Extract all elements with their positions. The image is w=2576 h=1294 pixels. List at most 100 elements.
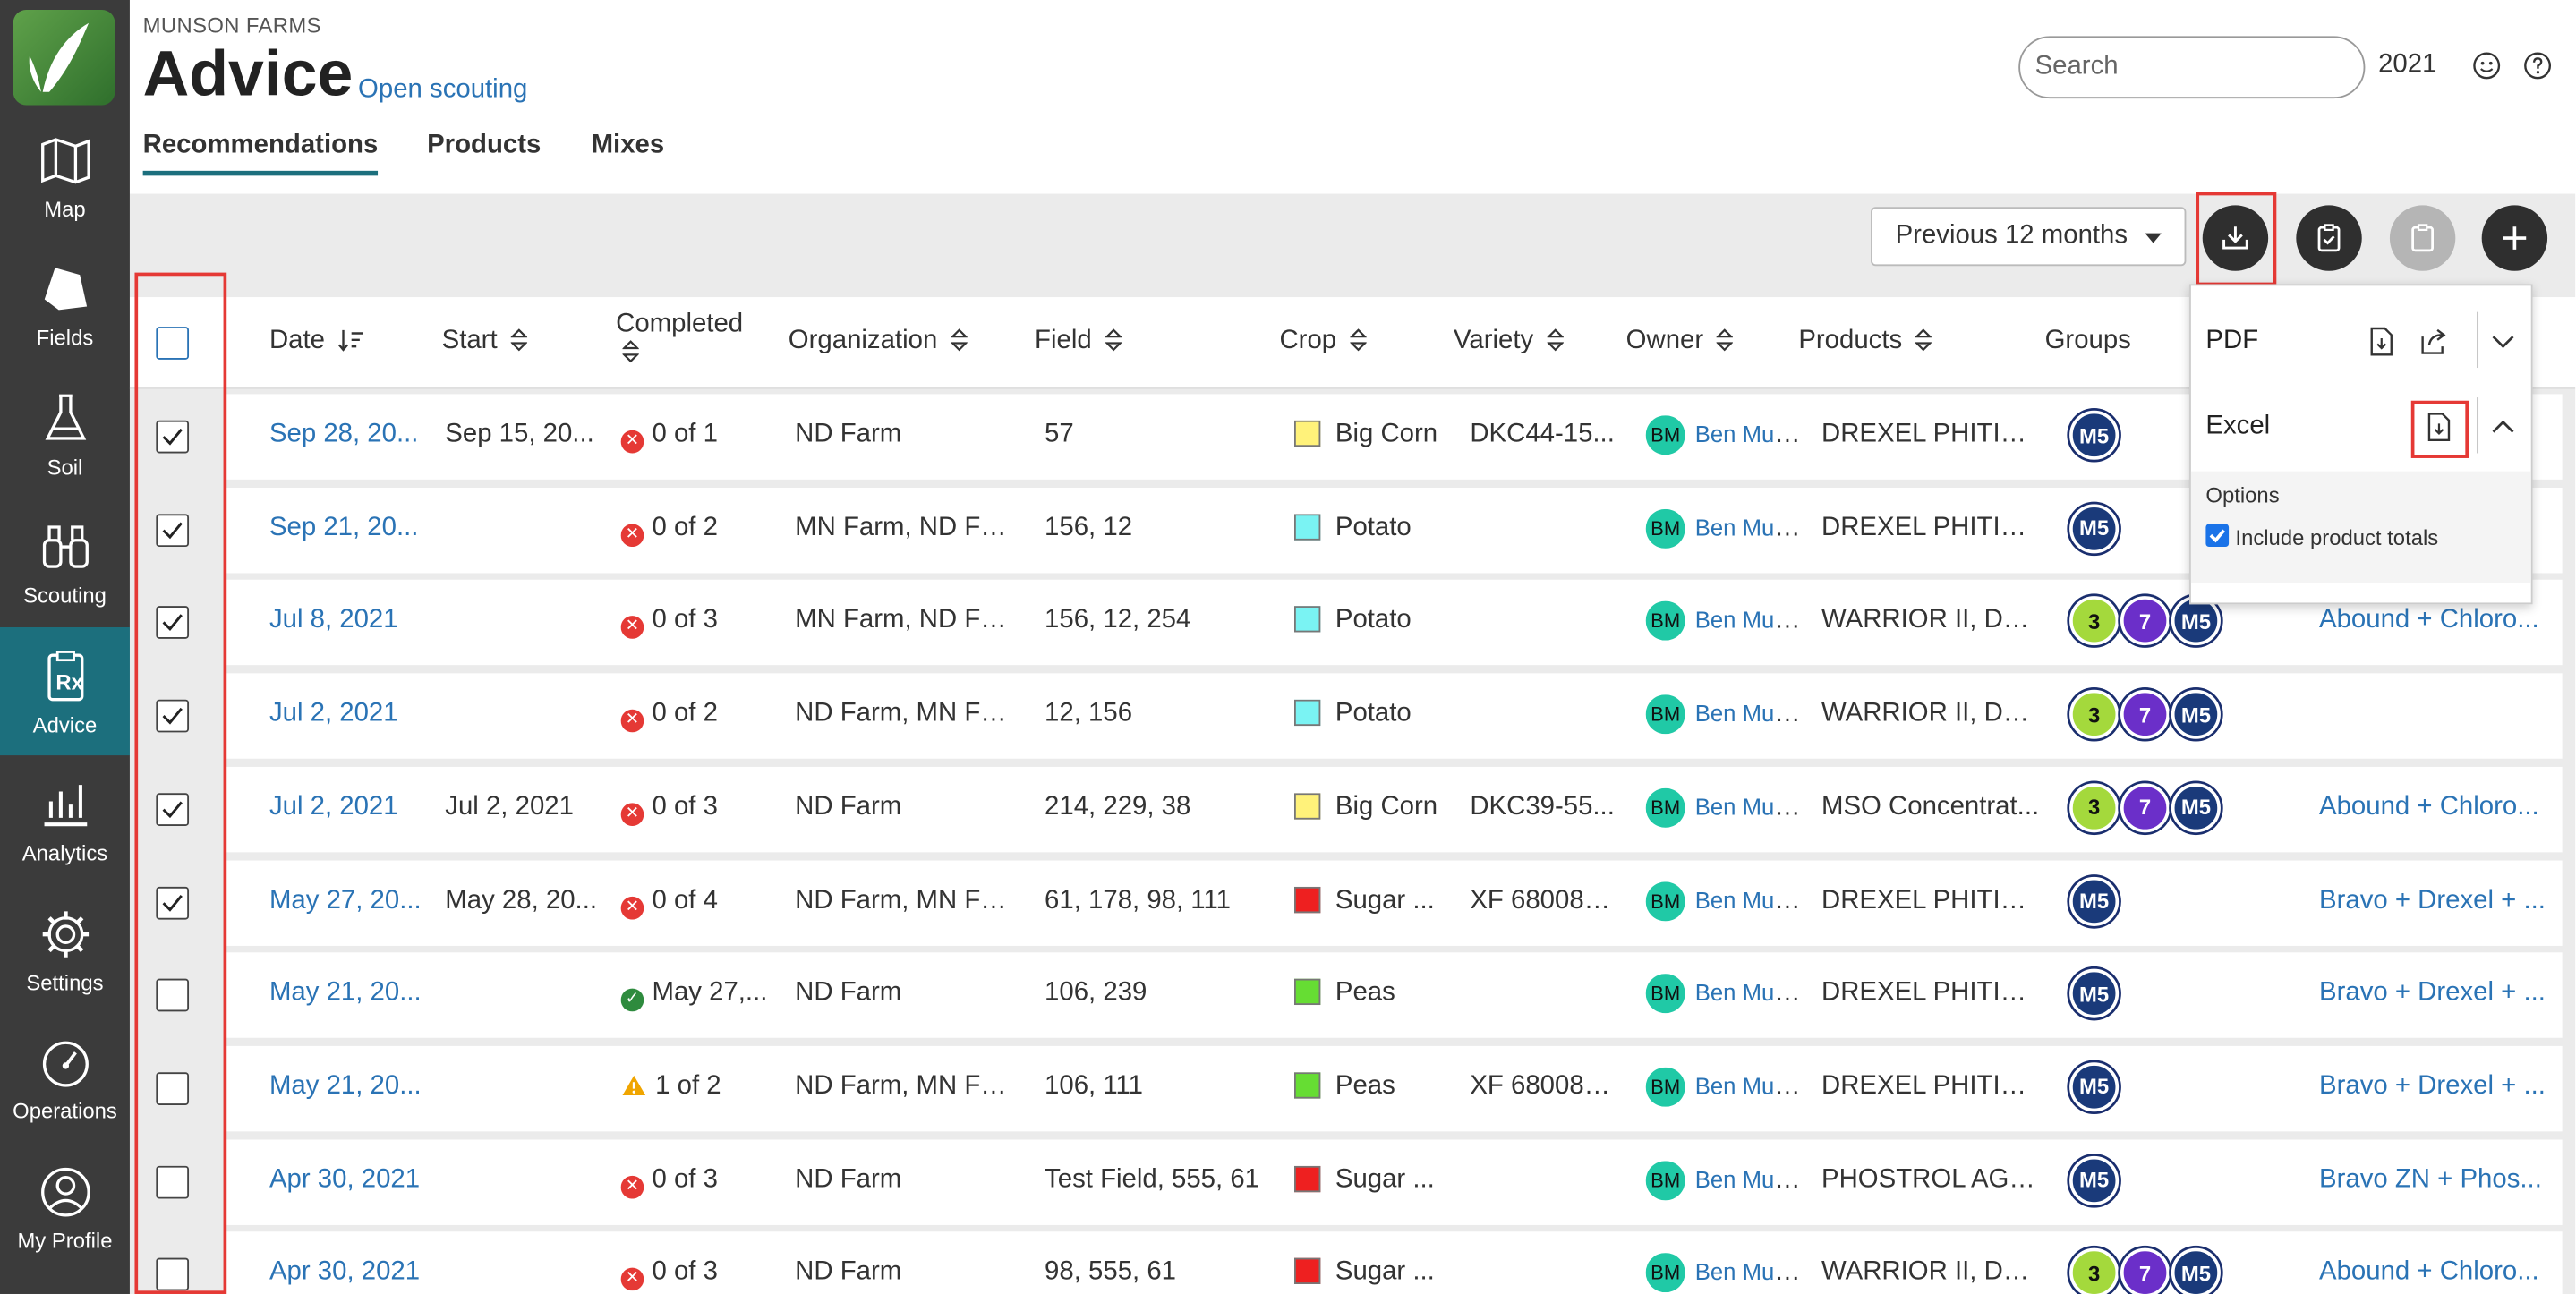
variety-cell: XF 68008XN xyxy=(1470,1072,1618,1101)
col-owner[interactable]: Owner xyxy=(1626,327,1734,356)
date-link[interactable]: Apr 30, 2021 xyxy=(269,1258,425,1288)
group-badge[interactable]: 3 xyxy=(2069,782,2120,832)
col-field[interactable]: Field xyxy=(1035,327,1122,356)
sidebar-item-map[interactable]: Map xyxy=(0,112,130,240)
clipboard-button-disabled[interactable] xyxy=(2389,205,2456,271)
group-badge[interactable]: 3 xyxy=(2069,1248,2120,1294)
avatar: BM xyxy=(1645,1253,1685,1293)
sidebar-item-my-profile[interactable]: My Profile xyxy=(0,1143,130,1271)
products-cell: DREXEL PHITICID... xyxy=(1821,420,2043,448)
mix-link[interactable]: Bravo ZN + Phos... xyxy=(2319,1165,2549,1195)
date-link[interactable]: Jul 2, 2021 xyxy=(269,793,425,822)
date-link[interactable]: Apr 30, 2021 xyxy=(269,1165,425,1195)
owner-name[interactable]: Ben Munson xyxy=(1695,1072,1802,1100)
col-groups[interactable]: Groups xyxy=(2045,327,2131,356)
sidebar-item-scouting[interactable]: Scouting xyxy=(0,498,130,626)
col-products[interactable]: Products xyxy=(1798,327,1932,356)
table-row[interactable]: Apr 30, 2021 ✕ 0 of 3 ND Farm 98, 555, 61 Sug… xyxy=(225,1231,2563,1294)
mix-link[interactable]: Abound + Chloro... xyxy=(2319,607,2549,636)
mix-link[interactable]: Abound + Chloro... xyxy=(2319,1258,2549,1288)
group-badge[interactable]: 3 xyxy=(2069,689,2120,739)
pdf-share-icon[interactable] xyxy=(2418,325,2451,358)
mix-link[interactable]: Abound + Chloro... xyxy=(2319,793,2549,822)
pdf-download-icon[interactable] xyxy=(2365,325,2398,358)
app-logo[interactable] xyxy=(13,10,115,106)
owner-name[interactable]: Ben Munson xyxy=(1695,1166,1802,1194)
owner-name[interactable]: Ben Munson xyxy=(1695,607,1802,634)
tab-recommendations[interactable]: Recommendations xyxy=(142,132,379,176)
owner-name[interactable]: Ben Munson xyxy=(1695,793,1802,821)
crop-label: Sugar ... xyxy=(1335,885,1435,915)
group-badge[interactable]: 7 xyxy=(2120,689,2171,739)
chevron-up-icon[interactable] xyxy=(2486,411,2520,444)
date-link[interactable]: May 27, 20... xyxy=(269,886,425,915)
date-link[interactable]: Sep 21, 20... xyxy=(269,514,425,543)
sidebar-item-soil[interactable]: Soil xyxy=(0,370,130,498)
table-row[interactable]: Jul 2, 2021 ✕ 0 of 2 ND Farm, MN Fa... 12, 1… xyxy=(225,673,2563,759)
group-badge[interactable]: M5 xyxy=(2171,782,2221,832)
tab-mixes[interactable]: Mixes xyxy=(592,132,665,171)
group-badge[interactable]: 3 xyxy=(2069,596,2120,646)
date-link[interactable]: May 21, 20... xyxy=(269,979,425,1009)
sidebar-item-operations[interactable]: Operations xyxy=(0,1014,130,1142)
table-row[interactable]: May 27, 20... May 28, 20... ✕ 0 of 4 ND Farm… xyxy=(225,859,2563,946)
sidebar-item-analytics[interactable]: Analytics xyxy=(0,756,130,884)
group-badge[interactable]: 7 xyxy=(2120,596,2171,646)
col-crop[interactable]: Crop xyxy=(1279,327,1367,356)
help-icon[interactable] xyxy=(2521,49,2555,82)
col-crop-label: Crop xyxy=(1279,327,1337,355)
sort-icon xyxy=(510,328,527,352)
owner-name[interactable]: Ben Munson xyxy=(1695,700,1802,728)
field-cell: 57 xyxy=(1045,420,1074,448)
open-scouting-link[interactable]: Open scouting xyxy=(358,75,527,105)
group-badge[interactable]: M5 xyxy=(2171,689,2221,739)
add-recommendation-button[interactable] xyxy=(2481,205,2548,271)
group-badge[interactable]: M5 xyxy=(2069,410,2120,460)
include-totals-checkbox[interactable] xyxy=(2205,524,2230,548)
col-completed[interactable]: Completed xyxy=(616,311,743,371)
date-link[interactable]: Jul 2, 2021 xyxy=(269,700,425,729)
date-link[interactable]: Jul 8, 2021 xyxy=(269,607,425,636)
col-date[interactable]: Date xyxy=(269,327,364,356)
col-field-label: Field xyxy=(1035,327,1092,355)
table-row[interactable]: Jul 2, 2021 Jul 2, 2021 ✕ 0 of 3 ND Farm 214,… xyxy=(225,766,2563,852)
col-organization[interactable]: Organization xyxy=(789,327,968,356)
sidebar: Map Fields Soil Scouting Rx Advice Analytics Se… xyxy=(0,0,130,1294)
sidebar-item-settings[interactable]: Settings xyxy=(0,885,130,1013)
group-badge[interactable]: M5 xyxy=(2069,1155,2120,1205)
owner-name[interactable]: Ben Munson xyxy=(1695,514,1802,541)
year-selector[interactable]: 2021 xyxy=(2378,51,2436,81)
col-variety[interactable]: Variety xyxy=(1454,327,1564,356)
mix-link[interactable]: Bravo + Drexel + ... xyxy=(2319,979,2549,1009)
search-input[interactable] xyxy=(2018,36,2366,99)
group-badge[interactable]: M5 xyxy=(2069,503,2120,553)
period-dropdown[interactable]: Previous 12 months xyxy=(1871,207,2187,267)
owner-name[interactable]: Ben Munson xyxy=(1695,886,1802,914)
group-badge[interactable]: 7 xyxy=(2120,1248,2171,1294)
date-link[interactable]: Sep 28, 20... xyxy=(269,421,425,450)
sidebar-item-fields[interactable]: Fields xyxy=(0,241,130,369)
crop-color-swatch xyxy=(1293,1165,1321,1192)
feedback-smiley-icon[interactable] xyxy=(2470,49,2503,82)
table-row[interactable]: May 21, 20... 1 of 2 ND Farm, MN Fa... 106,… xyxy=(225,1045,2563,1132)
col-start[interactable]: Start xyxy=(442,327,527,356)
mix-link[interactable]: Bravo + Drexel + ... xyxy=(2319,1072,2549,1102)
group-badge[interactable]: M5 xyxy=(2171,1248,2221,1294)
owner-name[interactable]: Ben Munson xyxy=(1695,979,1802,1007)
group-badge[interactable]: M5 xyxy=(2069,1062,2120,1112)
date-link[interactable]: May 21, 20... xyxy=(269,1072,425,1102)
tab-products[interactable]: Products xyxy=(427,132,541,171)
group-badge[interactable]: 7 xyxy=(2120,782,2171,832)
field-cell: 156, 12 xyxy=(1045,513,1133,541)
mix-link[interactable]: Bravo + Drexel + ... xyxy=(2319,886,2549,915)
group-badge[interactable]: M5 xyxy=(2069,968,2120,1019)
organization-cell: ND Farm xyxy=(795,792,902,822)
owner-name[interactable]: Ben Munson xyxy=(1695,421,1802,448)
group-badge[interactable]: M5 xyxy=(2069,875,2120,926)
table-row[interactable]: May 21, 20... ✓ May 27,... ND Farm 106, 239 P… xyxy=(225,952,2563,1039)
chevron-down-icon[interactable] xyxy=(2486,325,2520,358)
table-row[interactable]: Apr 30, 2021 ✕ 0 of 3 ND Farm Test Field, 55… xyxy=(225,1138,2563,1225)
complete-task-button[interactable] xyxy=(2296,205,2362,271)
owner-name[interactable]: Ben Munson xyxy=(1695,1259,1802,1287)
sidebar-item-advice[interactable]: Rx Advice xyxy=(0,626,130,756)
